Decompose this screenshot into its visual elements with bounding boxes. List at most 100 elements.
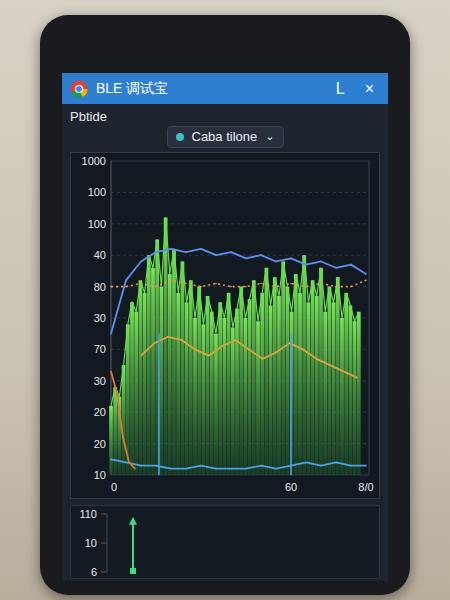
title-bar: BLE 调试宝 L× — [62, 73, 388, 104]
green-bar — [265, 268, 269, 475]
series-line — [110, 459, 367, 470]
data-point — [128, 462, 130, 464]
green-bar — [185, 302, 189, 475]
data-point — [170, 280, 172, 282]
y-tick: 110 — [79, 508, 97, 520]
y-tick: 10 — [85, 537, 97, 549]
data-point — [125, 280, 127, 282]
sub-chart: 610110 — [70, 505, 380, 579]
green-bar — [113, 387, 117, 475]
x-tick: 8/0 — [358, 481, 373, 493]
close-button[interactable]: × — [363, 81, 376, 97]
data-point — [181, 339, 183, 341]
green-bar — [357, 312, 361, 475]
y-tick: 30 — [94, 312, 106, 324]
green-bar — [349, 305, 353, 475]
data-point — [335, 267, 337, 269]
data-point — [320, 283, 322, 285]
green-line — [111, 218, 359, 406]
green-bar — [223, 318, 227, 475]
green-bar — [172, 249, 176, 475]
data-point — [275, 261, 277, 263]
green-bar — [197, 287, 201, 475]
data-point — [215, 283, 217, 285]
green-bar — [273, 277, 277, 475]
data-point — [155, 465, 157, 467]
green-bar — [134, 312, 138, 475]
data-point — [125, 286, 127, 288]
data-point — [260, 465, 262, 467]
y-tick: 1000 — [82, 155, 106, 167]
grid-line — [111, 223, 369, 224]
data-point — [329, 364, 331, 366]
window-title: BLE 调试宝 — [96, 78, 326, 99]
data-point — [262, 358, 264, 360]
data-point — [110, 459, 112, 461]
green-bar — [139, 280, 143, 475]
data-point — [356, 377, 358, 379]
x-tick: 60 — [285, 481, 297, 493]
green-bar — [214, 334, 218, 475]
data-point — [335, 286, 337, 288]
window-controls: L× — [334, 81, 380, 97]
data-point — [208, 355, 210, 357]
marker-line — [290, 334, 292, 475]
series-dot — [176, 133, 184, 141]
data-point — [275, 286, 277, 288]
y-tick: 100 — [88, 186, 106, 198]
y-tick: 80 — [94, 281, 106, 293]
green-bar — [298, 293, 302, 475]
y-tick: 20 — [94, 406, 106, 418]
panel-label: Pbtide — [70, 108, 380, 126]
data-point — [365, 465, 367, 467]
x-tick: 0 — [111, 481, 117, 493]
series-line — [111, 249, 366, 334]
green-bar — [294, 274, 298, 475]
green-bar — [147, 255, 151, 475]
chrome-icon — [70, 80, 88, 98]
data-point — [194, 349, 196, 351]
data-point — [245, 258, 247, 260]
green-bar — [328, 287, 332, 475]
data-point — [305, 462, 307, 464]
minimize-button[interactable]: L — [334, 81, 347, 97]
green-bar — [281, 261, 285, 475]
plot-border — [369, 161, 370, 475]
series-bars — [109, 218, 361, 475]
app-window: BLE 调试宝 L× Pbtide Caba tilone ⌄ 10202030… — [62, 73, 388, 581]
data-point — [260, 283, 262, 285]
data-point — [140, 283, 142, 285]
green-bar — [155, 240, 159, 476]
data-point — [290, 283, 292, 285]
level-arrow — [132, 523, 134, 570]
data-point — [275, 468, 277, 470]
green-bar — [302, 255, 306, 475]
green-bar — [109, 406, 113, 475]
green-bar — [168, 274, 172, 475]
series-line — [111, 371, 135, 468]
green-bar — [164, 218, 168, 475]
series-line — [111, 280, 366, 286]
green-bar — [122, 365, 126, 475]
green-bar — [323, 312, 327, 475]
green-bar — [244, 318, 248, 475]
green-bar — [340, 318, 344, 475]
series-selector[interactable]: Caba tilone ⌄ — [167, 126, 284, 148]
data-point — [350, 465, 352, 467]
series-line — [110, 371, 136, 470]
y-axis — [107, 514, 108, 572]
data-point — [185, 468, 187, 470]
data-point — [316, 358, 318, 360]
y-tick: 20 — [94, 438, 106, 450]
data-point — [140, 355, 142, 357]
phone: BLE 调试宝 L× Pbtide Caba tilone ⌄ 10202030… — [40, 15, 410, 595]
data-point — [245, 468, 247, 470]
y-tick: 40 — [94, 249, 106, 261]
data-point — [335, 462, 337, 464]
green-bar — [252, 280, 256, 475]
data-point — [110, 371, 112, 373]
main-chart: 102020307030804010010010000608/0 — [70, 152, 380, 499]
green-bar — [336, 277, 340, 475]
tick-mark — [101, 572, 107, 573]
green-bar — [130, 302, 134, 475]
